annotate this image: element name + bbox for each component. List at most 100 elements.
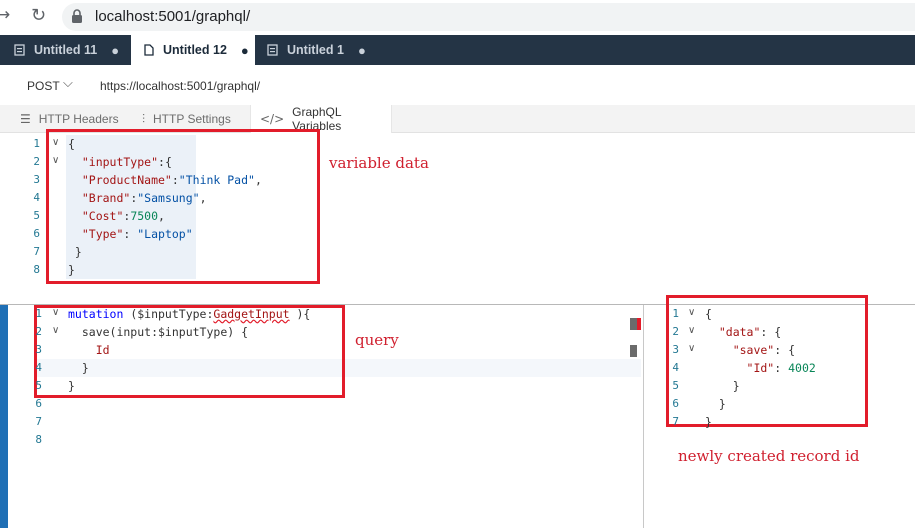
tab-label: Untitled 11 bbox=[34, 43, 98, 57]
code-token: "Brand" bbox=[68, 191, 131, 205]
line-number: 3 bbox=[672, 343, 679, 356]
annotation-record-id: newly created record id bbox=[678, 447, 860, 465]
line-number: 7 bbox=[672, 415, 679, 428]
fold-chevron-icon[interactable]: ∨ bbox=[52, 137, 59, 148]
line-number: 5 bbox=[35, 379, 42, 392]
address-url: localhost:5001/graphql/ bbox=[95, 8, 251, 25]
code-token: } bbox=[68, 263, 75, 277]
forward-arrow-icon[interactable]: → bbox=[0, 5, 10, 25]
file-icon bbox=[143, 44, 155, 56]
code-token: : { bbox=[760, 325, 782, 339]
code-token: : bbox=[774, 361, 789, 375]
line-number: 5 bbox=[33, 209, 40, 222]
code-token: ){ bbox=[289, 307, 311, 321]
line-number: 2 bbox=[33, 155, 40, 168]
line-number: 7 bbox=[33, 245, 40, 258]
fold-chevron-icon[interactable]: ∨ bbox=[688, 307, 695, 318]
code-line: } bbox=[68, 261, 75, 279]
unsaved-dot-icon: ● bbox=[240, 42, 249, 58]
line-number: 4 bbox=[672, 361, 679, 374]
line-number: 7 bbox=[35, 415, 42, 428]
line-number: 1 bbox=[672, 307, 679, 320]
tab-untitled-1[interactable]: Untitled 1 ● bbox=[255, 35, 370, 65]
subtab-label: HTTP Headers bbox=[38, 112, 119, 126]
file-icon bbox=[267, 44, 279, 56]
fold-chevron-icon[interactable]: ∨ bbox=[52, 307, 59, 318]
code-line: } bbox=[705, 377, 740, 395]
scrollbar-thumb[interactable] bbox=[630, 345, 637, 357]
fold-chevron-icon[interactable]: ∨ bbox=[52, 155, 59, 166]
code-line: "Type": "Laptop" bbox=[68, 225, 193, 243]
code-token: "ProductName" bbox=[68, 173, 172, 187]
code-line: "data": { bbox=[705, 323, 781, 341]
code-token: , bbox=[158, 209, 165, 223]
tab-untitled-11[interactable]: Untitled 11 ● bbox=[0, 35, 131, 65]
line-number: 8 bbox=[35, 433, 42, 446]
code-token: Id bbox=[68, 343, 110, 357]
error-marker bbox=[637, 318, 641, 330]
code-token: GadgetInput bbox=[213, 307, 290, 321]
code-token: : bbox=[171, 173, 179, 187]
code-token: } bbox=[705, 415, 712, 429]
method-select[interactable]: POST bbox=[27, 79, 60, 93]
menu-icon: ☰ bbox=[20, 112, 31, 126]
code-token: , bbox=[199, 191, 207, 205]
code-token: "data" bbox=[705, 325, 761, 339]
line-number: 1 bbox=[35, 307, 42, 320]
code-token: } bbox=[705, 397, 726, 411]
code-token: "Laptop" bbox=[137, 227, 193, 241]
scrollbar-thumb[interactable] bbox=[630, 318, 637, 330]
code-line: "save": { bbox=[705, 341, 795, 359]
code-line: "Brand":"Samsung", bbox=[68, 189, 207, 207]
code-token: mutation bbox=[68, 307, 124, 321]
code-token: } bbox=[68, 361, 89, 375]
code-token: "Think Pad" bbox=[178, 173, 255, 187]
code-token: } bbox=[68, 245, 82, 259]
sliders-icon: ⫶ bbox=[142, 111, 146, 126]
code-line: "Id": 4002 bbox=[705, 359, 816, 377]
annotation-query: query bbox=[355, 331, 399, 349]
line-number: 1 bbox=[33, 137, 40, 150]
unsaved-dot-icon: ● bbox=[111, 42, 120, 58]
code-line: } bbox=[705, 395, 726, 413]
line-number: 8 bbox=[33, 263, 40, 276]
line-number: 3 bbox=[35, 343, 42, 356]
line-number: 4 bbox=[35, 361, 42, 374]
code-line: "Cost":7500, bbox=[68, 207, 165, 225]
fold-chevron-icon[interactable]: ∨ bbox=[688, 325, 695, 336]
code-token: save(input:$inputType) { bbox=[68, 325, 249, 339]
code-token: "inputType" bbox=[68, 155, 159, 169]
tab-label: Untitled 1 bbox=[287, 43, 344, 57]
code-token: { bbox=[705, 307, 712, 321]
subtab-label: HTTP Settings bbox=[153, 112, 231, 126]
code-token: 7500 bbox=[130, 209, 159, 223]
file-icon bbox=[14, 44, 26, 56]
code-token: : bbox=[123, 227, 138, 241]
lock-icon bbox=[72, 9, 82, 23]
code-token: 4002 bbox=[788, 361, 816, 375]
code-token: "save" bbox=[705, 343, 775, 357]
code-line: "ProductName":"Think Pad", bbox=[68, 171, 262, 189]
activity-edge bbox=[0, 305, 8, 528]
line-number: 6 bbox=[35, 397, 42, 410]
fold-chevron-icon[interactable]: ∨ bbox=[688, 343, 695, 354]
code-token: ($inputType: bbox=[123, 307, 214, 321]
annotation-variable-data: variable data bbox=[329, 154, 429, 172]
tab-label: Untitled 12 bbox=[163, 43, 227, 57]
line-number: 3 bbox=[33, 173, 40, 186]
code-token: } bbox=[705, 379, 740, 393]
tab-strip: Untitled 11 ● Untitled 12 ● Untitled 1 ● bbox=[0, 35, 915, 65]
line-number: 2 bbox=[35, 325, 42, 338]
fold-chevron-icon[interactable]: ∨ bbox=[52, 325, 59, 336]
line-number: 4 bbox=[33, 191, 40, 204]
code-line: } bbox=[68, 377, 75, 395]
code-token: } bbox=[68, 379, 75, 393]
reload-icon[interactable]: ↻ bbox=[31, 5, 46, 26]
code-token: :{ bbox=[158, 155, 172, 169]
line-number: 6 bbox=[33, 227, 40, 240]
code-line: } bbox=[68, 243, 82, 261]
request-url-input[interactable]: https://localhost:5001/graphql/ bbox=[100, 79, 260, 93]
chevron-down-icon[interactable]: ⌵ bbox=[63, 76, 73, 91]
tab-untitled-12[interactable]: Untitled 12 ● bbox=[131, 35, 255, 65]
code-token: "Samsung" bbox=[137, 191, 200, 205]
